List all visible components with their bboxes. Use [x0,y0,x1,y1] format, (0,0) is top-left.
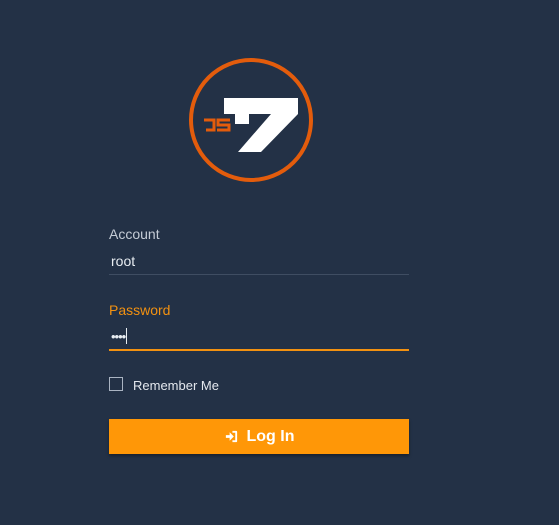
logo-js-letters [204,118,231,132]
password-input[interactable]: •••• [109,323,409,351]
login-button-label: Log In [246,427,295,445]
remember-me-label[interactable]: Remember Me [133,378,219,394]
account-label: Account [109,226,160,242]
js7-logo [189,58,313,182]
login-button[interactable]: Log In [109,419,409,454]
sign-in-icon [224,429,239,444]
text-caret [126,328,128,344]
password-mask: •••• [111,328,126,344]
logo-seven-mark [224,98,298,152]
account-input[interactable] [109,247,409,275]
remember-me-checkbox[interactable] [109,377,123,391]
password-label: Password [109,302,171,318]
